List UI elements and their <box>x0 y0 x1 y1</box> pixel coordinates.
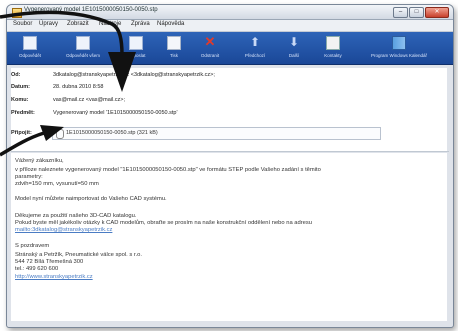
date-value: 28. dubna 2010 8:58 <box>53 84 104 90</box>
attachment-field[interactable]: 1E1015000050150-0050.stp (321 kB) <box>52 127 381 140</box>
from-value[interactable]: 3dkatalog@stranskyapetrzik.cz <3dkatalog… <box>53 72 215 78</box>
menu-file[interactable]: Soubor <box>13 21 32 27</box>
print-button[interactable]: Tisk <box>159 32 189 64</box>
attachment-name[interactable]: 1E1015000050150-0050.stp (321 kB) <box>66 130 158 136</box>
previous-label: Předchozí <box>244 53 266 58</box>
contacts-icon <box>326 36 340 50</box>
calendar-button[interactable]: Program Windows Kalendář <box>355 32 443 64</box>
body-link[interactable]: mailto:3dkatalog@stranskyapetrzik.cz <box>15 227 112 233</box>
to-label: Komu: <box>11 97 29 103</box>
date-label: Datum: <box>11 84 30 90</box>
menu-bar: Soubor Úpravy Zobrazit Nástroje Zpráva N… <box>7 20 453 32</box>
body-line: S pozdravem <box>15 243 50 249</box>
maximize-button[interactable]: □ <box>409 7 424 18</box>
delete-label: Odstranit <box>200 53 220 58</box>
menu-edit[interactable]: Úpravy <box>39 21 58 27</box>
subject-value: Vygenerovaný model '1E1015000050150-0050… <box>53 110 178 116</box>
header-divider <box>11 151 449 152</box>
next-button[interactable]: ⬇ Další <box>279 32 309 64</box>
toolbar: Odpovědět Odpovědět všem Přeposlat Tisk … <box>7 32 453 65</box>
body-line: tel.: 499 620 600 <box>15 266 59 272</box>
contacts-button[interactable]: Kontakty <box>313 32 353 64</box>
menu-message[interactable]: Zpráva <box>131 21 150 27</box>
body-link[interactable]: http://www.stranskyapetrzik.cz <box>15 274 93 280</box>
calendar-icon <box>392 36 406 50</box>
from-row: Od: 3dkatalog@stranskyapetrzik.cz <3dkat… <box>11 70 447 81</box>
attach-label: Připojit: <box>11 130 32 136</box>
previous-icon: ⬆ <box>249 35 261 49</box>
reply-all-label: Odpovědět všem <box>65 53 101 58</box>
date-row: Datum: 28. dubna 2010 8:58 <box>11 82 447 93</box>
reply-all-icon <box>76 36 90 50</box>
body-line: Stránský a Petržík, Pneumatické válce sp… <box>15 252 142 258</box>
reply-icon <box>23 36 37 50</box>
body-line: Model nyní můžete naimportovat do Vašeho… <box>15 196 167 202</box>
body-line: parametry: <box>15 174 43 180</box>
next-label: Další <box>288 53 300 58</box>
menu-help[interactable]: Nápověda <box>157 21 184 27</box>
to-row: Komu: vas@mail.cz <vas@mail.cz>; <box>11 95 447 106</box>
reply-all-button[interactable]: Odpovědět všem <box>53 32 113 64</box>
subject-row: Předmět: Vygenerovaný model '1E101500005… <box>11 108 447 119</box>
to-value[interactable]: vas@mail.cz <vas@mail.cz>; <box>53 97 125 103</box>
body-line: Pokud byste měl jakékoliv otázky k CAD m… <box>15 220 313 226</box>
reply-button[interactable]: Odpovědět <box>9 32 51 64</box>
body-line: Děkujeme za použití našeho 3D-CAD katalo… <box>15 213 137 219</box>
email-window: Vygenerovaný model 1E1015000050150-0050.… <box>6 4 454 328</box>
subject-label: Předmět: <box>11 110 35 116</box>
menu-view[interactable]: Zobrazit <box>67 21 89 27</box>
minimize-button[interactable]: – <box>393 7 408 18</box>
previous-button[interactable]: ⬆ Předchozí <box>233 32 277 64</box>
body-line: 544 72 Bílá Třemešná 300 <box>15 259 84 265</box>
contacts-label: Kontakty <box>324 53 342 58</box>
next-icon: ⬇ <box>288 35 300 49</box>
body-line: zdvih=150 mm, vysunutí=50 mm <box>15 181 99 187</box>
close-button[interactable]: ✕ <box>425 7 449 18</box>
message-body[interactable]: Vážený zákazníku, v příloze naleznete vyg… <box>11 153 447 321</box>
menu-tools[interactable]: Nástroje <box>99 21 121 27</box>
forward-icon <box>129 36 143 50</box>
attach-row: Připojit: <box>11 128 51 139</box>
forward-label: Přeposlat <box>126 53 146 58</box>
print-icon <box>167 36 181 50</box>
body-line: v příloze naleznete vygenerovaný model "… <box>15 167 321 173</box>
calendar-label: Program Windows Kalendář <box>370 53 428 58</box>
window-title: Vygenerovaný model 1E1015000050150-0050.… <box>24 7 158 13</box>
delete-button[interactable]: ✕ Odstranit <box>191 32 229 64</box>
title-bar[interactable]: Vygenerovaný model 1E1015000050150-0050.… <box>7 5 453 20</box>
message-header: Od: 3dkatalog@stranskyapetrzik.cz <3dkat… <box>11 68 447 151</box>
delete-icon: ✕ <box>204 34 216 49</box>
forward-button[interactable]: Přeposlat <box>115 32 157 64</box>
reply-label: Odpovědět <box>18 53 42 58</box>
from-label: Od: <box>11 72 21 78</box>
attachment-icon <box>56 129 64 139</box>
email-app-icon <box>12 8 22 18</box>
body-line: Vážený zákazníku, <box>15 158 64 164</box>
print-label: Tisk <box>169 53 179 58</box>
